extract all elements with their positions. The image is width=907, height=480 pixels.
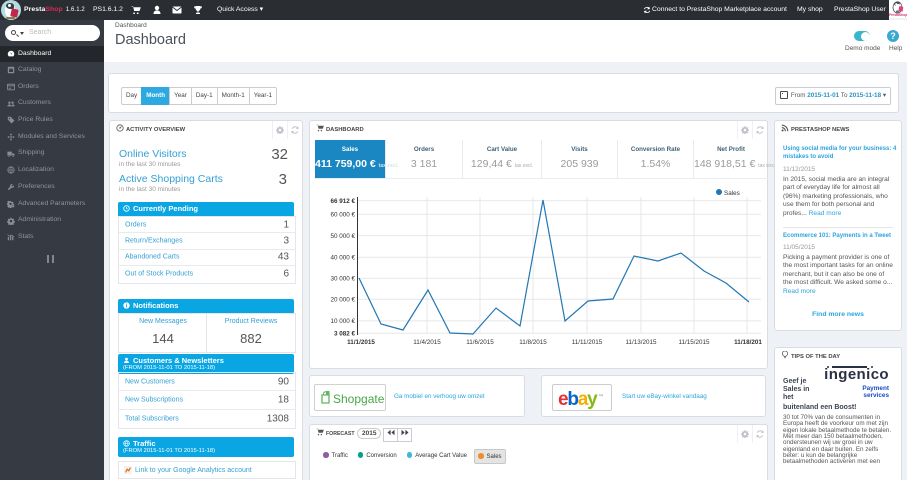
svg-text:10 000 €: 10 000 € <box>330 318 355 325</box>
svg-text:11/18/201: 11/18/201 <box>734 339 762 346</box>
svg-text:11/11/2015: 11/11/2015 <box>572 339 603 346</box>
svg-text:50 000 €: 50 000 € <box>330 233 355 240</box>
svg-text:20 000 €: 20 000 € <box>330 297 355 304</box>
svg-text:60 000 €: 60 000 € <box>330 212 355 219</box>
svg-text:11/6/2015: 11/6/2015 <box>466 339 494 346</box>
svg-text:11/15/2015: 11/15/2015 <box>678 339 710 346</box>
svg-text:11/1/2015: 11/1/2015 <box>347 339 375 346</box>
svg-text:3 082 €: 3 082 € <box>334 331 356 338</box>
svg-text:11/13/2015: 11/13/2015 <box>625 339 657 346</box>
svg-text:30 000 €: 30 000 € <box>330 276 355 283</box>
svg-text:Sales: Sales <box>724 190 740 197</box>
svg-text:11/4/2015: 11/4/2015 <box>413 339 441 346</box>
svg-text:66 912 €: 66 912 € <box>330 198 355 205</box>
svg-text:40 000 €: 40 000 € <box>330 255 355 262</box>
svg-text:11/8/2015: 11/8/2015 <box>519 339 547 346</box>
